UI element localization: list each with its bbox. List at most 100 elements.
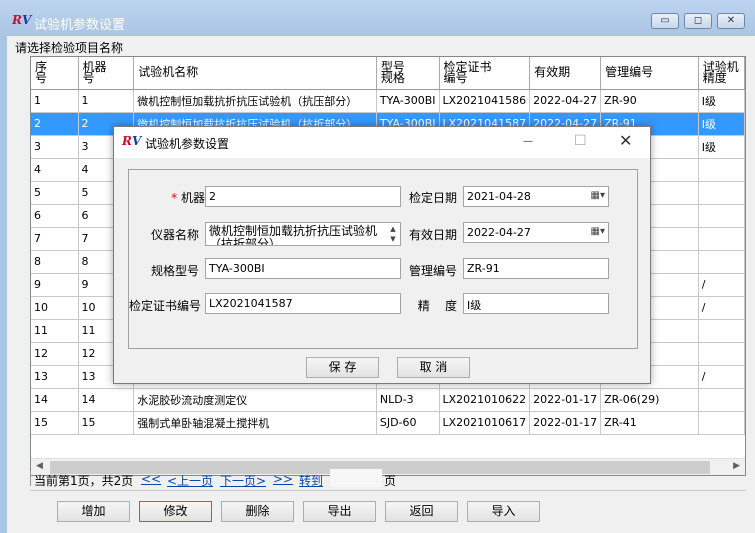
- save-button[interactable]: 保 存: [306, 357, 379, 378]
- table-cell: 6: [31, 204, 79, 228]
- header-line-2: 号: [82, 70, 95, 85]
- instrument-name-field[interactable]: 微机控制恒加载抗折抗压试验机（抗折部分） ▲ ▼: [205, 222, 401, 246]
- table-row[interactable]: 15 15 强制式单卧轴混凝土搅拌机 SJD-60 LX2021010617 2022-0…: [31, 411, 745, 435]
- table-cell: TYA-300BI: [376, 89, 440, 113]
- table-cell: 14: [31, 388, 79, 412]
- table-cell: 水泥胶砂流动度测定仪: [133, 388, 377, 412]
- required-mark: *: [171, 191, 178, 205]
- table-cell: 13: [31, 365, 79, 389]
- pager-separator: [30, 470, 31, 486]
- table-cell: 8: [31, 250, 79, 274]
- header-line-2: 规格: [380, 70, 405, 85]
- cancel-button[interactable]: 取 消: [397, 357, 470, 378]
- calendar-dropdown-icon[interactable]: ▦▾: [591, 190, 605, 201]
- machine-no-field[interactable]: 2: [205, 186, 401, 207]
- export-button[interactable]: 导出: [303, 501, 376, 522]
- delete-button[interactable]: 删除: [221, 501, 294, 522]
- maximize-button[interactable]: ◻: [684, 13, 712, 29]
- goto-page-input[interactable]: [330, 469, 382, 487]
- add-button[interactable]: 增加: [57, 501, 130, 522]
- grid-header-cell[interactable]: 管理编号: [600, 57, 699, 90]
- grid-header-cell[interactable]: 序号: [31, 57, 79, 90]
- last-page-link[interactable]: >>: [273, 472, 293, 486]
- table-cell: [698, 319, 745, 343]
- table-cell: 1: [78, 89, 135, 113]
- table-cell: LX2021010622: [439, 388, 531, 412]
- dialog-minimize-button[interactable]: —: [523, 136, 533, 147]
- table-cell: 3: [31, 135, 79, 159]
- textarea-spin-icon[interactable]: ▲ ▼: [387, 224, 399, 244]
- outer-window-title: 试验机参数设置: [34, 18, 126, 33]
- verify-date-picker[interactable]: 2021-04-28 ▦▾: [463, 186, 609, 207]
- table-cell: 4: [31, 158, 79, 182]
- grid-header-cell[interactable]: 检定证书 编号: [439, 57, 531, 90]
- goto-link[interactable]: 转到: [299, 472, 323, 489]
- manage-no-label: 管理编号: [408, 264, 457, 278]
- cert-no-label: 检定证书编号: [129, 299, 202, 313]
- back-button[interactable]: 返回: [385, 501, 458, 522]
- table-cell: 2022-01-17: [529, 388, 602, 412]
- table-cell: 11: [31, 319, 79, 343]
- dialog-maximize-button[interactable]: ☐: [574, 133, 587, 149]
- minimize-button[interactable]: ▭: [651, 13, 679, 29]
- cert-no-field[interactable]: LX2021041587: [205, 293, 401, 314]
- header-line-2: 号: [35, 70, 48, 85]
- pager: 当前第1页，共2页 << <上一页 下一页> >> 转到 页: [30, 468, 746, 491]
- table-cell: [698, 227, 745, 251]
- grid-header-cell[interactable]: 试验机名称: [133, 57, 377, 90]
- table-cell: 9: [31, 273, 79, 297]
- header-line-1: 试验机名称: [138, 65, 199, 80]
- instrument-name-value: 微机控制恒加载抗折抗压试验机（抗折部分）: [209, 224, 378, 246]
- table-cell: NLD-3: [376, 388, 440, 412]
- dialog-close-button[interactable]: ✕: [619, 131, 632, 150]
- valid-date-label: 有效日期: [408, 228, 457, 242]
- grid-header-row: 序号机器号试验机名称 型号 规格 检定证书 编号 有效期 管理编号 试验机 精度: [31, 57, 745, 90]
- table-cell: 12: [31, 342, 79, 366]
- close-button[interactable]: ✕: [717, 13, 745, 29]
- next-page-link[interactable]: 下一页>: [220, 472, 266, 489]
- import-button[interactable]: 导入: [467, 501, 540, 522]
- valid-date-value: 2022-04-27: [467, 226, 531, 239]
- precision-label: 精 度: [417, 299, 457, 313]
- table-row[interactable]: 14 14 水泥胶砂流动度测定仪 NLD-3 LX2021010622 2022-01-1…: [31, 388, 745, 412]
- table-cell: 1: [31, 89, 79, 113]
- table-cell: [698, 181, 745, 205]
- table-row[interactable]: 1 1 微机控制恒加载抗折抗压试验机（抗压部分） TYA-300BI LX2021041…: [31, 89, 745, 113]
- manage-no-field[interactable]: ZR-91: [463, 258, 609, 279]
- verify-date-value: 2021-04-28: [467, 190, 531, 203]
- table-cell: LX2021010617: [439, 411, 531, 435]
- grid-header-cell[interactable]: 有效期: [529, 57, 602, 90]
- precision-field[interactable]: I级: [463, 293, 609, 314]
- table-cell: LX2021041586: [439, 89, 531, 113]
- valid-date-picker[interactable]: 2022-04-27 ▦▾: [463, 222, 609, 243]
- edit-button[interactable]: 修改: [139, 501, 212, 522]
- table-cell: /: [698, 365, 745, 389]
- table-cell: 10: [31, 296, 79, 320]
- header-line-1: 管理编号: [605, 65, 654, 80]
- table-cell: 14: [78, 388, 135, 412]
- table-cell: ZR-06(29): [600, 388, 699, 412]
- header-line-2: 编号: [443, 70, 468, 85]
- table-cell: 15: [78, 411, 135, 435]
- table-cell: I级: [698, 135, 745, 159]
- grid-header-cell[interactable]: 型号 规格: [376, 57, 440, 90]
- settings-dialog: RV 试验机参数设置 — ☐ ✕ * 机器号 2 检定日期 2021-04-28…: [113, 126, 651, 384]
- model-label: 规格型号: [150, 264, 199, 278]
- table-cell: 2022-04-27: [529, 89, 602, 113]
- calendar-dropdown-icon[interactable]: ▦▾: [591, 226, 605, 237]
- table-cell: [698, 250, 745, 274]
- grid-header-cell[interactable]: 试验机 精度: [698, 57, 745, 90]
- prev-page-link[interactable]: <上一页: [167, 472, 213, 489]
- table-cell: [698, 388, 745, 412]
- table-cell: 7: [31, 227, 79, 251]
- table-cell: SJD-60: [376, 411, 440, 435]
- table-cell: 2: [31, 112, 79, 136]
- group-label: 请选择检验项目名称: [15, 41, 124, 55]
- grid-header-cell[interactable]: 机器号: [78, 57, 135, 90]
- table-cell: ZR-90: [600, 89, 699, 113]
- table-cell: [698, 342, 745, 366]
- model-field[interactable]: TYA-300BI: [205, 258, 401, 279]
- table-cell: 2022-01-17: [529, 411, 602, 435]
- app-logo-icon: RV: [12, 13, 32, 27]
- first-page-link[interactable]: <<: [141, 472, 161, 486]
